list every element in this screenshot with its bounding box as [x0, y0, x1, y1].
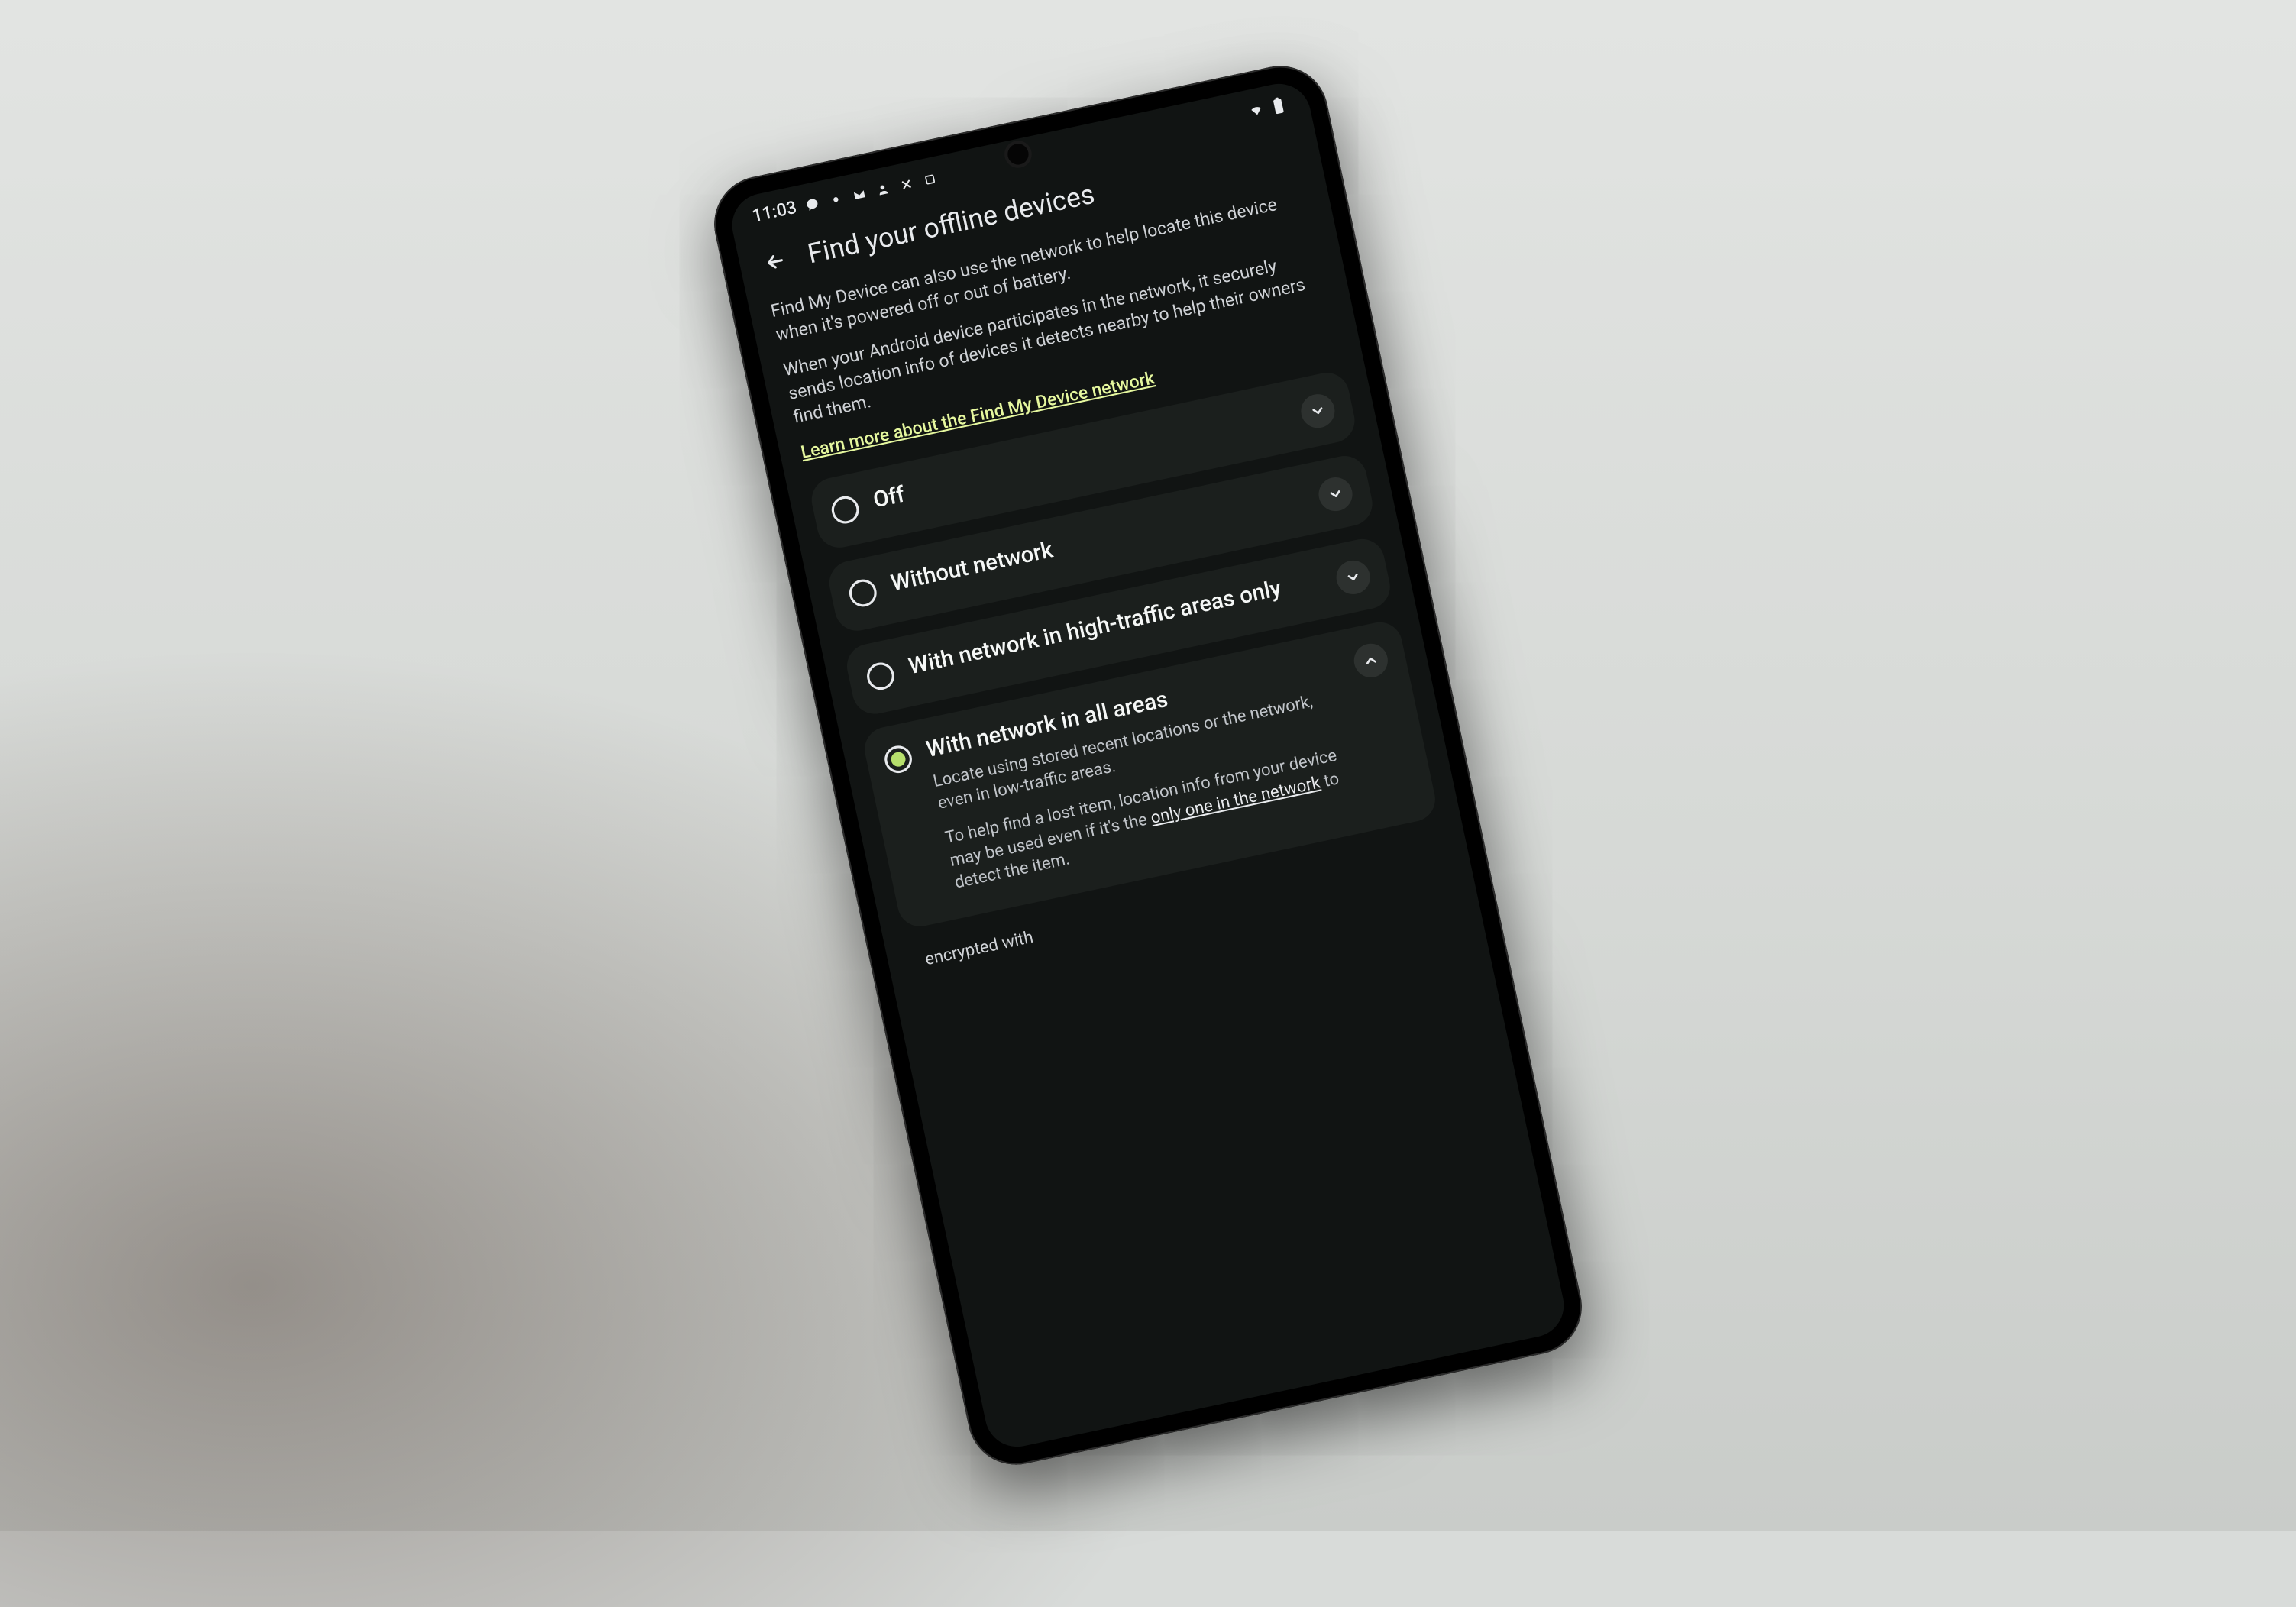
screen: 11:03	[726, 78, 1570, 1453]
radio-without-network[interactable]	[847, 577, 879, 609]
status-time: 11:03	[751, 198, 799, 227]
mail-icon	[849, 185, 868, 204]
square-icon	[920, 170, 939, 189]
new-icon	[826, 189, 846, 209]
chevron-up-icon	[1361, 652, 1380, 671]
radio-off[interactable]	[829, 494, 862, 526]
chevron-down-icon	[1308, 402, 1327, 421]
arrow-left-icon	[762, 248, 789, 275]
chevron-down-icon	[1326, 485, 1345, 504]
radio-all-areas[interactable]	[882, 743, 914, 775]
tools-icon	[897, 175, 916, 194]
collapse-all-areas[interactable]	[1351, 641, 1391, 681]
person-icon	[873, 179, 892, 199]
battery-icon	[1269, 95, 1288, 115]
chat-icon	[803, 195, 822, 214]
wifi-icon	[1247, 100, 1266, 119]
content: Find My Device can also use the network …	[749, 183, 1478, 1019]
chevron-down-icon	[1344, 568, 1363, 587]
phone-frame: 11:03	[705, 57, 1590, 1474]
expand-high-traffic[interactable]	[1334, 558, 1373, 597]
back-button[interactable]	[752, 239, 798, 285]
expand-without-network[interactable]	[1315, 474, 1355, 514]
radio-high-traffic[interactable]	[865, 660, 897, 692]
expand-off[interactable]	[1298, 391, 1337, 431]
